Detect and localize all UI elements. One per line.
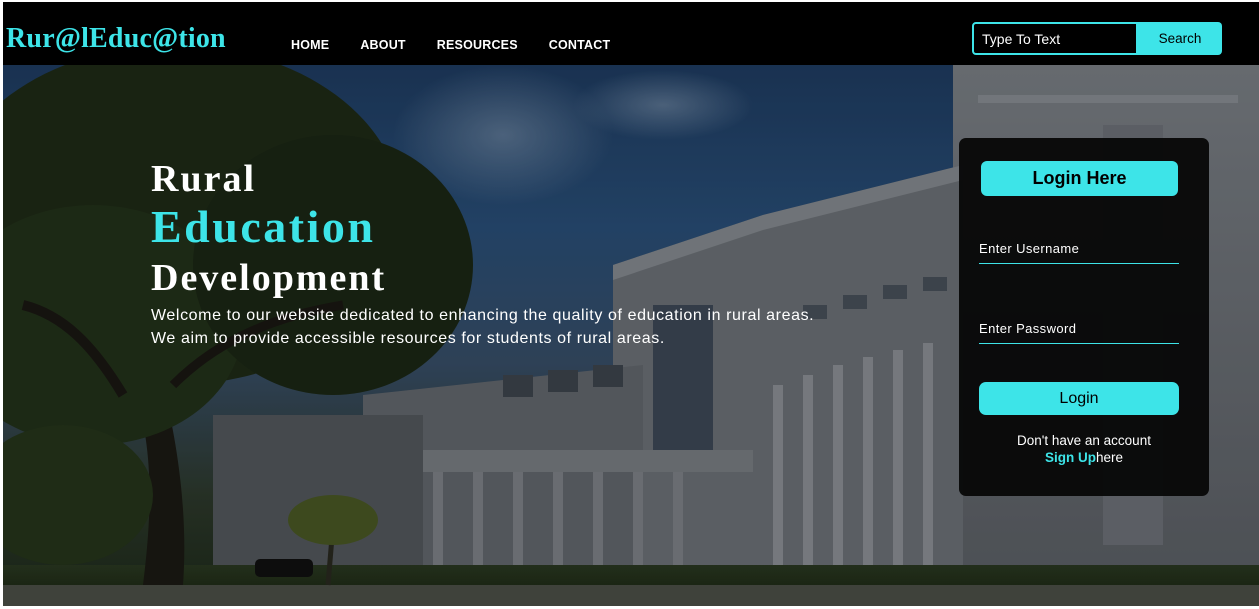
page-frame: Rur@lEduc@tion HOME ABOUT RESOURCES CONT… bbox=[3, 2, 1259, 606]
site-logo[interactable]: Rur@lEduc@tion bbox=[6, 23, 226, 55]
hero-paragraph-line-1: Welcome to our website dedicated to enha… bbox=[151, 307, 815, 324]
hero-paragraph-line-2: We aim to provide accessible resources f… bbox=[151, 330, 665, 347]
password-field[interactable] bbox=[979, 314, 1179, 344]
hero-text: Rural Education Development Welcome to o… bbox=[151, 158, 814, 350]
login-button[interactable]: Login bbox=[979, 382, 1179, 415]
signup-link[interactable]: Sign Up bbox=[1045, 450, 1096, 465]
nav-link-resources[interactable]: RESOURCES bbox=[437, 38, 518, 52]
hero-heading-rural: Rural bbox=[151, 158, 256, 200]
no-account-text: Don't have an account bbox=[1017, 433, 1151, 448]
search-button[interactable]: Search bbox=[1138, 22, 1222, 55]
username-field[interactable] bbox=[979, 234, 1179, 264]
nav-link-about[interactable]: ABOUT bbox=[360, 38, 405, 52]
hero-heading-development: Development bbox=[151, 257, 387, 299]
login-title: Login Here bbox=[981, 161, 1178, 196]
hero-section: Rural Education Development Welcome to o… bbox=[3, 65, 1259, 606]
nav-link-home[interactable]: HOME bbox=[291, 38, 329, 52]
nav-link-contact[interactable]: CONTACT bbox=[549, 38, 611, 52]
navbar: Rur@lEduc@tion HOME ABOUT RESOURCES CONT… bbox=[3, 2, 1259, 65]
search-input[interactable] bbox=[972, 22, 1138, 55]
signup-suffix: here bbox=[1095, 450, 1124, 465]
login-panel: Login Here Login Don't have an account S… bbox=[959, 138, 1209, 496]
hero-heading-education: Education bbox=[151, 201, 376, 252]
signup-prompt: Don't have an account Sign Uphere bbox=[959, 432, 1209, 466]
nav-menu: HOME ABOUT RESOURCES CONTACT bbox=[291, 38, 641, 52]
